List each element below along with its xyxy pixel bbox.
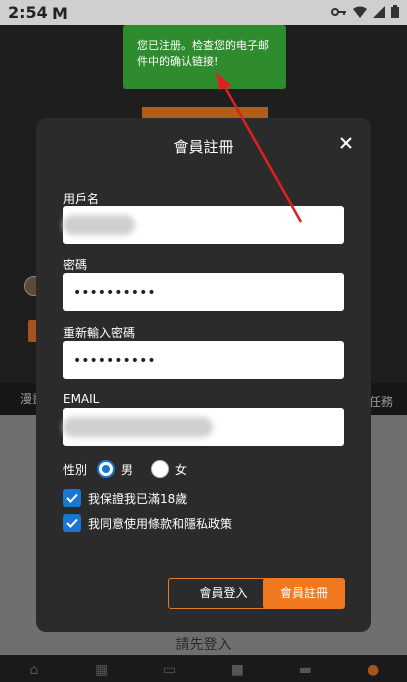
grid-icon: ▦: [95, 661, 109, 678]
gender-female-label[interactable]: 女: [175, 461, 187, 478]
background-tab-tasks: 任務: [368, 395, 393, 409]
success-toast: 您已注册。检查您的电子邮件中的确认链接!: [123, 25, 286, 89]
password-value: ••••••••••: [73, 285, 156, 301]
terms-checkbox-label: 我同意使用條款和隱私政策: [88, 516, 233, 531]
email-input[interactable]: [63, 408, 344, 446]
register-button[interactable]: 會員註冊: [263, 578, 345, 609]
terms-checkbox[interactable]: [63, 514, 81, 532]
confirm-password-input[interactable]: ••••••••••: [63, 341, 344, 379]
bottom-navigation: ⌂ ▦ ▭ ■ ▬ ●: [0, 657, 407, 682]
gender-row: 性別 男 女: [63, 460, 187, 478]
status-time: 2:54: [8, 3, 48, 22]
age-checkbox[interactable]: [63, 489, 81, 507]
wifi-icon: [353, 6, 367, 18]
signal-icon: [373, 5, 385, 18]
confirm-password-label: 重新輸入密碼: [63, 326, 136, 340]
gamepad-icon: ▭: [162, 661, 177, 678]
username-input[interactable]: [63, 206, 344, 244]
home-icon: ⌂: [29, 661, 39, 678]
check-icon: [66, 518, 78, 528]
blurred-email: [63, 417, 213, 437]
age-confirm-row[interactable]: 我保證我已滿18歲: [63, 489, 187, 507]
vpn-key-icon: [331, 7, 346, 16]
age-checkbox-label: 我保證我已滿18歲: [88, 491, 188, 506]
terms-confirm-row[interactable]: 我同意使用條款和隱私政策: [63, 514, 232, 532]
gmail-notification-icon: M: [52, 4, 68, 23]
gender-male-radio[interactable]: [97, 460, 116, 478]
battery-icon: [391, 5, 399, 18]
email-label: EMAIL: [63, 392, 100, 406]
blurred-username: [63, 215, 135, 235]
password-input[interactable]: ••••••••••: [63, 273, 344, 311]
confirm-password-value: ••••••••••: [73, 353, 156, 369]
username-label: 用戶名: [63, 192, 100, 206]
check-icon: [66, 493, 78, 503]
gender-male-label[interactable]: 男: [121, 461, 133, 478]
video-icon: ■: [230, 661, 244, 678]
password-label: 密碼: [63, 258, 88, 272]
status-bar: 2:54 M: [0, 0, 407, 25]
status-icons: [331, 5, 399, 18]
gender-label: 性別: [63, 462, 88, 477]
toast-message: 您已注册。检查您的电子邮件中的确认链接!: [137, 39, 269, 68]
close-icon[interactable]: [337, 134, 355, 152]
chat-icon: ▬: [298, 661, 312, 678]
dialog-title: 會員註冊: [173, 138, 234, 156]
background-login-prompt: 請先登入: [175, 637, 232, 653]
register-dialog: 會員註冊 用戶名 密碼 •••••••••• 重新輸入密碼 ••••••••••…: [36, 118, 371, 632]
gender-female-radio[interactable]: [151, 460, 170, 478]
profile-icon: ●: [366, 661, 380, 678]
